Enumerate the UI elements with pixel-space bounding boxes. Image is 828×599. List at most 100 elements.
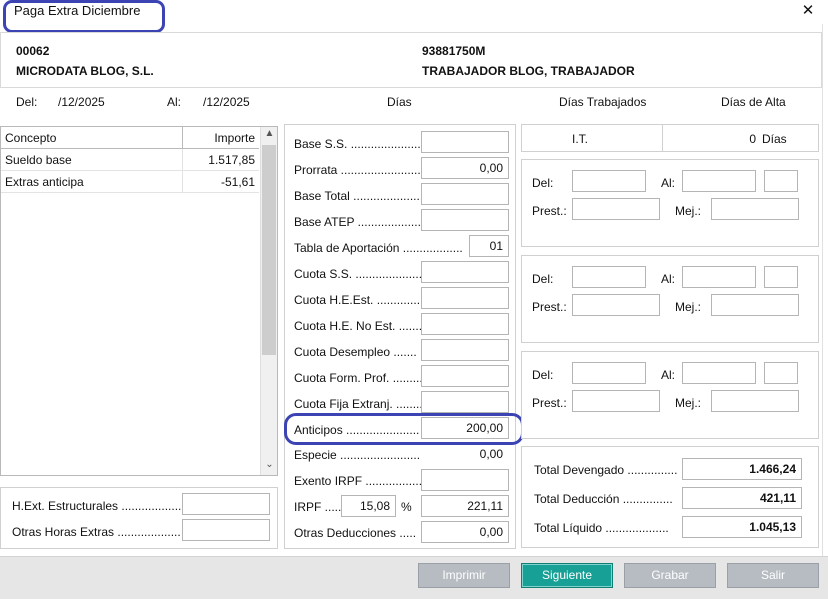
del-date[interactable]: /12/2025 (58, 95, 105, 109)
siguiente-button[interactable]: Siguiente (521, 563, 613, 588)
hext-label: H.Ext. Estructurales ................... (12, 499, 185, 513)
concepto-cell: Sueldo base (1, 149, 183, 171)
dias-alta-label: Días de Alta (721, 95, 786, 109)
otras-deducciones-label: Otras Deducciones ..... (294, 526, 417, 540)
cuota-he-noest-label: Cuota H.E. No Est. ....... (294, 319, 423, 333)
al-label: Al: (661, 368, 676, 382)
chevron-down-icon[interactable]: ⌄ (261, 459, 278, 475)
worker-name: TRABAJADOR BLOG, TRABAJADOR (422, 64, 635, 78)
table-row[interactable]: Extras anticipa -51,61 (1, 171, 259, 193)
base-ss-input[interactable] (421, 131, 509, 153)
table-scrollbar[interactable]: ▲ ⌄ (260, 127, 277, 475)
it-divider (662, 125, 663, 151)
prest-label: Prest.: (532, 204, 567, 218)
del-input[interactable] (572, 362, 646, 384)
anticipos-input[interactable]: 200,00 (421, 417, 509, 439)
company-code: 00062 (16, 44, 50, 58)
mej-input[interactable] (711, 390, 799, 412)
base-atep-input[interactable] (421, 209, 509, 231)
del-label: Del: (532, 176, 554, 190)
column-header-concepto[interactable]: Concepto (1, 127, 183, 149)
prorrata-label: Prorrata ........................ (294, 163, 421, 177)
calculation-panel: Base S.S. ...................... Prorrat… (284, 124, 516, 549)
imprimir-button[interactable]: Imprimir (418, 563, 510, 588)
it-period-panel-2: Del: Al: Prest.: Mej.: (521, 255, 819, 343)
mej-input[interactable] (711, 198, 799, 220)
del-input[interactable] (572, 170, 646, 192)
irpf-percent-input[interactable]: 15,08 (341, 495, 396, 517)
cuota-desempleo-label: Cuota Desempleo ....... (294, 345, 417, 359)
cuota-form-prof-label: Cuota Form. Prof. .......... (294, 371, 427, 385)
percent-sign: % (401, 500, 412, 514)
base-total-label: Base Total ...................... (294, 189, 427, 203)
scroll-up-icon[interactable]: ▲ (261, 128, 278, 144)
grabar-button[interactable]: Grabar (624, 563, 716, 588)
scroll-thumb[interactable] (262, 145, 276, 355)
mej-label: Mej.: (675, 204, 702, 218)
al-date[interactable]: /12/2025 (203, 95, 250, 109)
table-row[interactable]: Sueldo base 1.517,85 (1, 149, 259, 171)
company-name: MICRODATA BLOG, S.L. (16, 64, 154, 78)
importe-cell: 1.517,85 (208, 153, 255, 167)
it-days-unit: Días (762, 132, 787, 146)
cuota-desempleo-input[interactable] (421, 339, 509, 361)
importe-cell: -51,61 (220, 175, 255, 189)
prest-input[interactable] (572, 390, 660, 412)
concept-table: Concepto Importe Sueldo base 1.517,85 Ex… (0, 126, 278, 476)
hext-input[interactable] (182, 493, 270, 515)
total-liquido-label: Total Líquido ................... (534, 521, 669, 535)
especie-label: Especie .......................... (294, 448, 427, 462)
dias-trabajados-label: Días Trabajados (559, 95, 647, 109)
prest-input[interactable] (572, 294, 660, 316)
del-label: Del: (532, 272, 554, 286)
total-devengado-label: Total Devengado ............... (534, 463, 678, 477)
al-input[interactable] (682, 362, 756, 384)
days-input[interactable] (764, 362, 798, 384)
prest-input[interactable] (572, 198, 660, 220)
al-input[interactable] (682, 170, 756, 192)
dates-row: Del: /12/2025 Al: /12/2025 Días Días Tra… (0, 90, 828, 116)
cuota-fija-extranj-input[interactable] (421, 391, 509, 413)
column-header-importe[interactable]: Importe (183, 127, 259, 149)
close-icon[interactable]: ✕ (800, 1, 816, 19)
otras-horas-label: Otras Horas Extras ................... (12, 525, 181, 539)
mej-input[interactable] (711, 294, 799, 316)
especie-input[interactable]: 0,00 (421, 443, 509, 465)
days-input[interactable] (764, 266, 798, 288)
salir-button[interactable]: Salir (727, 563, 819, 588)
window-title: Paga Extra Diciembre (14, 3, 141, 18)
prest-label: Prest.: (532, 396, 567, 410)
otras-deducciones-input[interactable]: 0,00 (421, 521, 509, 543)
prorrata-input[interactable]: 0,00 (421, 157, 509, 179)
total-liquido-value: 1.045,13 (682, 516, 802, 538)
concepto-cell: Extras anticipa (1, 171, 183, 193)
cuota-he-noest-input[interactable] (421, 313, 509, 335)
table-header: Concepto Importe (1, 127, 259, 149)
days-input[interactable] (764, 170, 798, 192)
mej-label: Mej.: (675, 300, 702, 314)
cuota-form-prof-input[interactable] (421, 365, 509, 387)
cuota-ss-input[interactable] (421, 261, 509, 283)
window-right-edge (822, 24, 828, 556)
del-input[interactable] (572, 266, 646, 288)
base-total-input[interactable] (421, 183, 509, 205)
exento-irpf-input[interactable] (421, 469, 509, 491)
mej-label: Mej.: (675, 396, 702, 410)
anticipos-label: Anticipos ...................... (294, 423, 420, 437)
dias-label: Días (387, 95, 412, 109)
del-label: Del: (16, 95, 38, 109)
cuota-heest-input[interactable] (421, 287, 509, 309)
it-period-panel-1: Del: Al: Prest.: Mej.: (521, 159, 819, 247)
tabla-aportacion-input[interactable]: 01 (469, 235, 509, 257)
otras-horas-input[interactable] (182, 519, 270, 541)
al-label: Al: (661, 272, 676, 286)
irpf-value-input[interactable]: 221,11 (421, 495, 509, 517)
total-deduccion-label: Total Deducción ............... (534, 492, 673, 506)
base-atep-label: Base ATEP ...................... (294, 215, 431, 229)
it-label: I.T. (572, 132, 589, 146)
total-deduccion-value: 421,11 (682, 487, 802, 509)
cuota-ss-label: Cuota S.S. ...................... (294, 267, 429, 281)
irpf-label: IRPF ...... (294, 500, 345, 514)
del-label: Del: (532, 368, 554, 382)
al-input[interactable] (682, 266, 756, 288)
